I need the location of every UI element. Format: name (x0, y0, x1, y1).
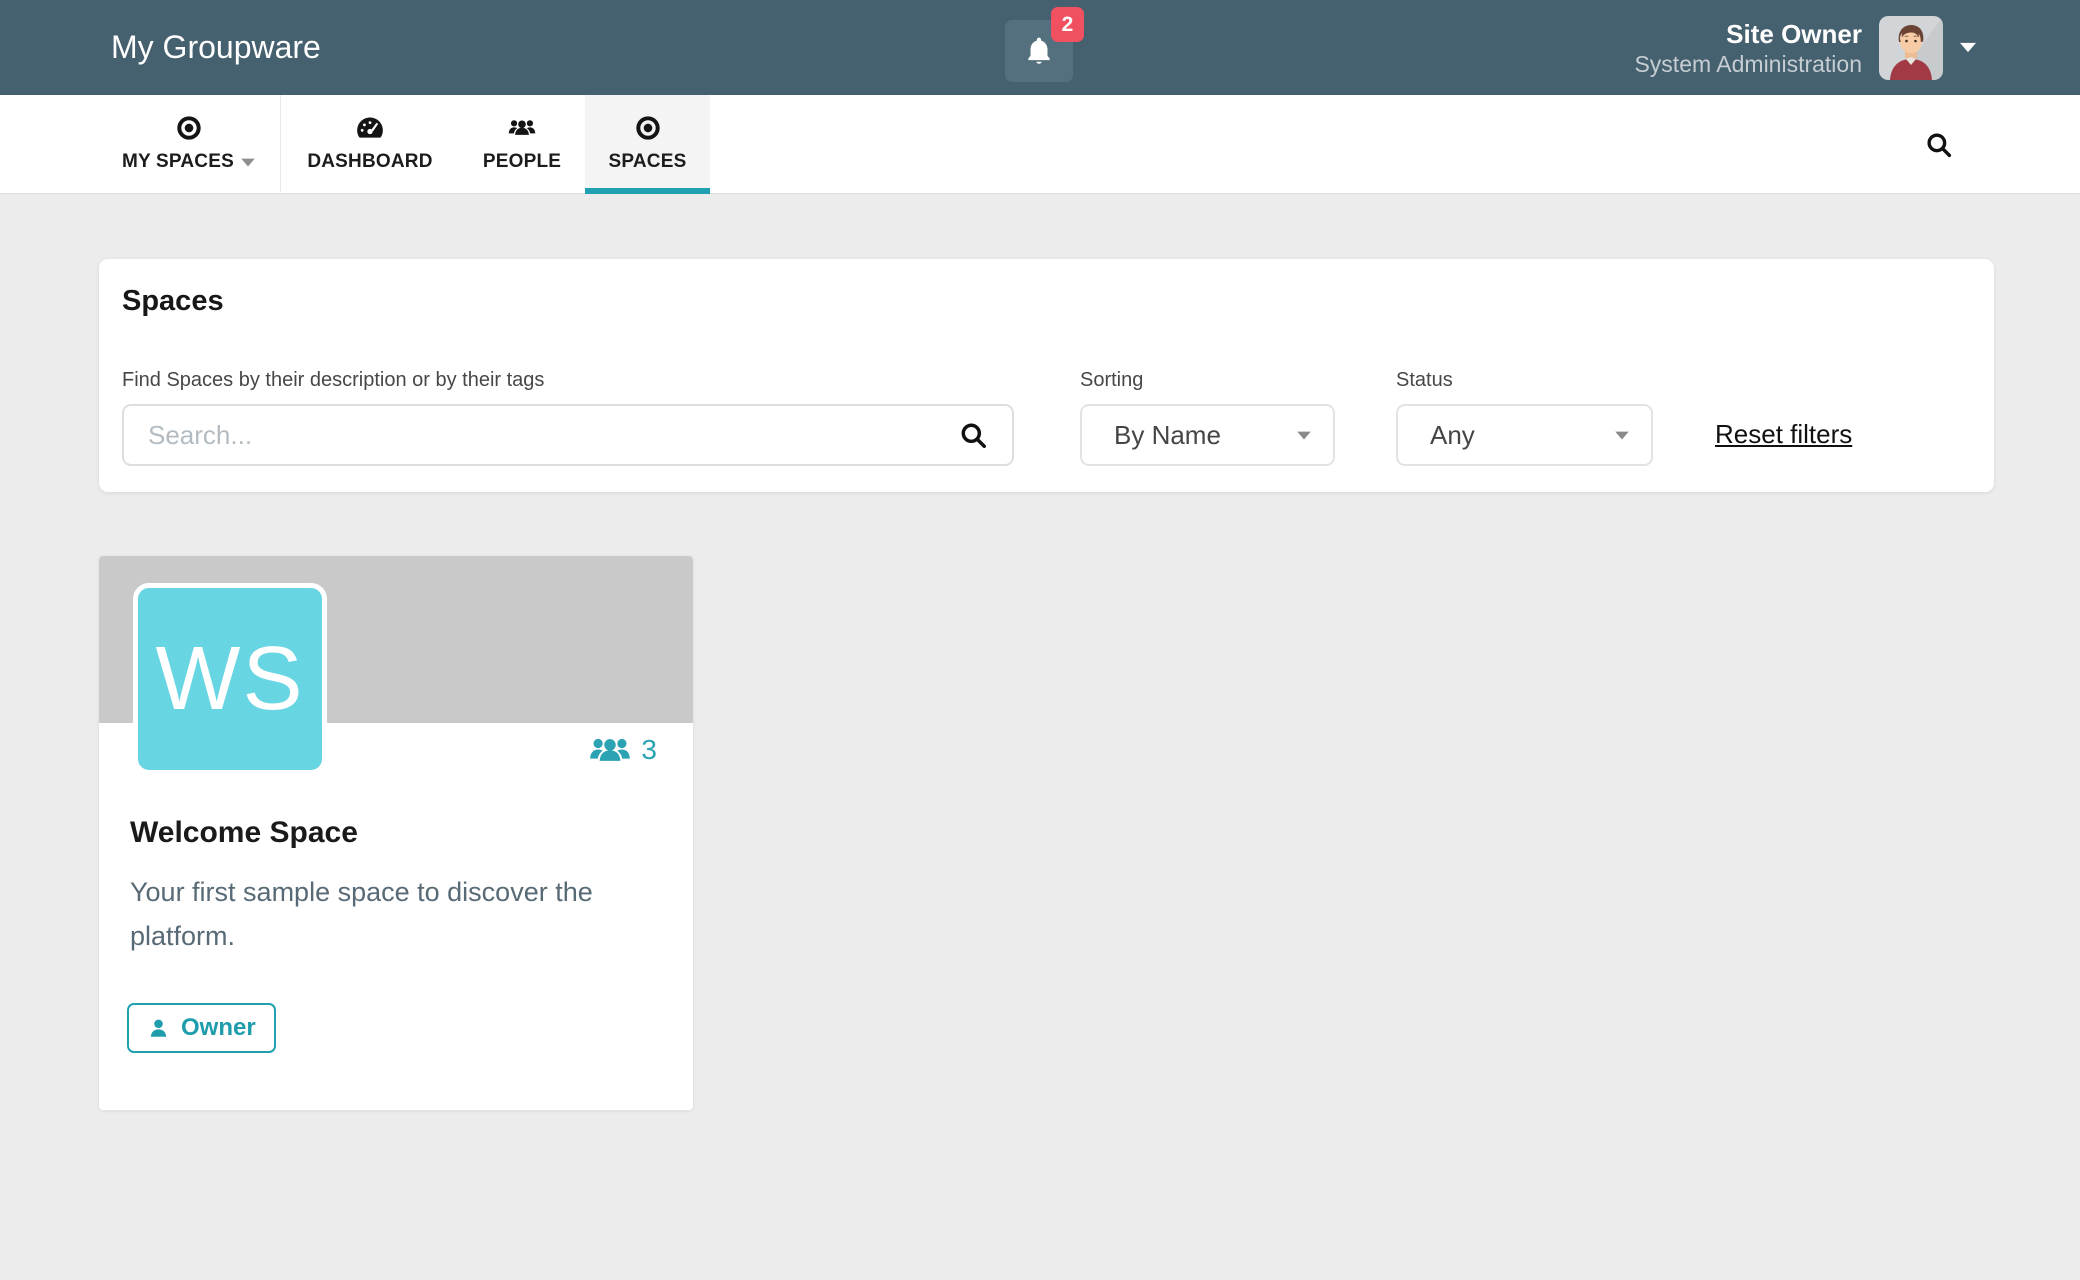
status-select[interactable]: Any (1396, 404, 1653, 466)
tab-label: MY SPACES (122, 151, 234, 173)
caret-down-icon (1297, 431, 1311, 440)
users-icon (589, 735, 631, 766)
account-menu[interactable]: Site Owner System Administration (1634, 0, 1976, 95)
tab-label: PEOPLE (483, 151, 561, 173)
bell-icon (1022, 34, 1056, 68)
tab-dashboard[interactable]: DASHBOARD (281, 95, 459, 194)
main-nav: MY SPACES DASHBOARD P (0, 95, 2080, 194)
owner-badge-label: Owner (181, 1014, 256, 1042)
sorting-selected-value: By Name (1114, 420, 1221, 451)
space-avatar-tile[interactable]: WS (133, 583, 327, 775)
reset-filters-link[interactable]: Reset filters (1715, 419, 1852, 450)
space-initials: WS (156, 628, 305, 731)
search-icon (1924, 130, 1954, 160)
spaces-search-input[interactable] (122, 404, 1014, 466)
tab-spaces-active[interactable]: SPACES (585, 95, 710, 194)
sorting-label: Sorting (1080, 369, 1143, 392)
space-title[interactable]: Welcome Space (130, 816, 358, 850)
tab-label: DASHBOARD (307, 151, 432, 173)
tab-label: SPACES (609, 151, 687, 173)
notifications-button[interactable]: 2 (1005, 20, 1073, 82)
page-title: Spaces (122, 285, 224, 318)
tab-my-spaces[interactable]: MY SPACES (97, 95, 281, 194)
status-label: Status (1396, 369, 1453, 392)
user-avatar[interactable] (1879, 16, 1943, 80)
content-area: Spaces Find Spaces by their description … (0, 194, 2080, 1280)
space-description: Your first sample space to discover the … (130, 870, 652, 958)
space-members: 3 (589, 734, 657, 766)
account-names: Site Owner System Administration (1634, 18, 1862, 78)
nav-tabs: MY SPACES DASHBOARD P (97, 95, 710, 194)
caret-down-icon (241, 158, 255, 167)
tab-people[interactable]: PEOPLE (459, 95, 585, 194)
notification-count-badge[interactable]: 2 (1051, 7, 1084, 42)
search-icon[interactable] (958, 420, 989, 456)
caret-down-icon (1615, 431, 1629, 440)
users-icon (508, 110, 536, 146)
user-icon (147, 1017, 170, 1040)
owner-badge[interactable]: Owner (127, 1003, 276, 1053)
caret-down-icon (1960, 42, 1976, 53)
search-field-label: Find Spaces by their description or by t… (122, 369, 544, 392)
dot-circle-icon (634, 110, 662, 146)
space-card-welcome-space[interactable]: WS 3 Welcome Space Your first sample spa… (99, 556, 693, 1110)
brand-title[interactable]: My Groupware (111, 0, 321, 95)
top-bar: My Groupware 2 Site Owner System Adminis… (0, 0, 2080, 95)
member-count: 3 (641, 734, 657, 766)
status-selected-value: Any (1430, 420, 1475, 451)
nav-search-button[interactable] (1924, 95, 1954, 194)
user-role: System Administration (1634, 50, 1862, 78)
dashboard-gauge-icon (356, 110, 384, 146)
dot-circle-icon (175, 110, 203, 146)
app-screen: My Groupware 2 Site Owner System Adminis… (0, 0, 2080, 1280)
sorting-select[interactable]: By Name (1080, 404, 1335, 466)
user-name: Site Owner (1726, 18, 1862, 50)
spaces-filter-panel: Spaces Find Spaces by their description … (99, 259, 1994, 492)
